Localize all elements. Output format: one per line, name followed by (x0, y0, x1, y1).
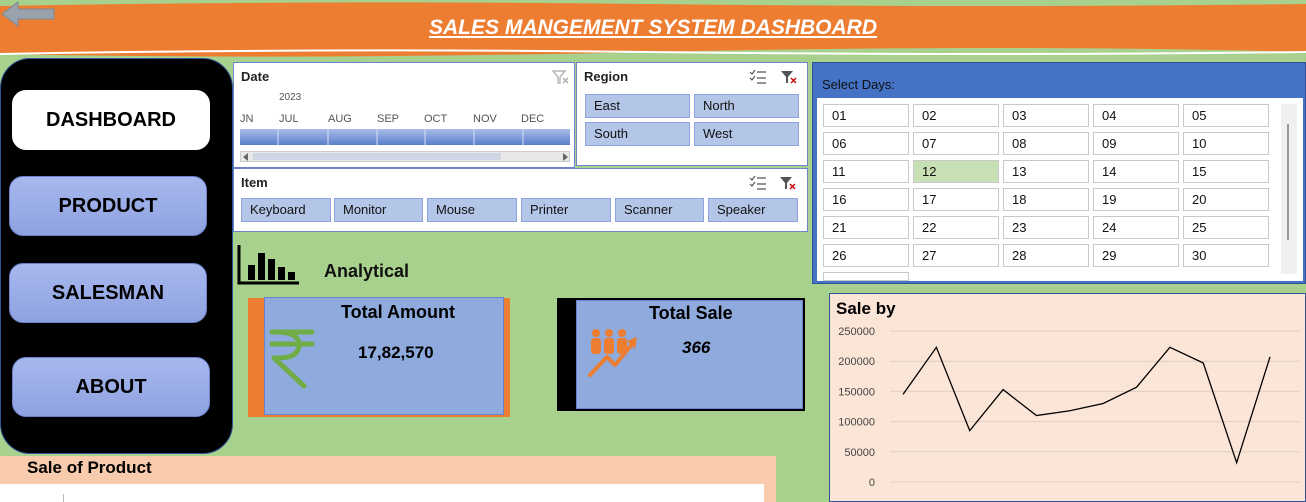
total-amount-title: Total Amount (341, 302, 455, 322)
total-sale-title: Total Sale (649, 303, 733, 323)
timeline-year: 2023 (279, 92, 302, 103)
item-chip-scanner[interactable]: Scanner (615, 198, 704, 222)
item-chip-printer[interactable]: Printer (521, 198, 611, 222)
day-button[interactable]: 29 (1093, 244, 1179, 267)
clear-filter-icon[interactable] (552, 69, 570, 85)
day-button[interactable]: 10 (1183, 132, 1269, 155)
y-tick-label: 100000 (838, 417, 875, 429)
day-button[interactable]: 14 (1093, 160, 1179, 183)
day-button[interactable]: 02 (913, 104, 999, 127)
day-button[interactable]: 09 (1093, 132, 1179, 155)
timeline-scroll-thumb[interactable] (253, 153, 501, 160)
sales-series-line (902, 345, 1271, 465)
sale-of-product-title: Sale of Product (27, 458, 152, 477)
days-slicer: Select Days: 01 02 03 04 05 06 07 08 09 10 11 12 13 1… (812, 62, 1306, 284)
timeline-scrollbar[interactable] (240, 151, 570, 162)
scroll-left-icon[interactable] (242, 153, 250, 161)
item-slicer: Item Keyboard Monitor Mouse Printer Scan… (233, 168, 808, 232)
month-label: SEP (377, 113, 400, 125)
region-slicer: Region East North South West (576, 62, 808, 166)
nav-product-button[interactable]: PRODUCT (9, 176, 207, 236)
day-button[interactable]: 19 (1093, 188, 1179, 211)
date-timeline-slicer: Date 2023 JN JUL AUG SEP OCT NOV DEC (233, 62, 575, 168)
day-button[interactable]: 08 (1003, 132, 1089, 155)
day-button[interactable]: 20 (1183, 188, 1269, 211)
month-label: OCT (424, 113, 448, 125)
date-slicer-title: Date (241, 69, 270, 84)
people-growth-icon (588, 329, 637, 377)
day-button[interactable]: 26 (823, 244, 909, 267)
nav-about-button[interactable]: ABOUT (12, 357, 210, 417)
day-button[interactable]: 11 (823, 160, 909, 183)
nav-dashboard-button[interactable]: DASHBOARD (12, 90, 210, 150)
days-scroll-thumb[interactable] (1287, 124, 1289, 240)
scroll-right-icon[interactable] (561, 153, 569, 161)
nav-salesman-button[interactable]: SALESMAN (9, 263, 207, 323)
clear-filter-icon[interactable] (779, 175, 797, 191)
y-tick-label: 200000 (838, 356, 875, 368)
day-button[interactable]: 22 (913, 216, 999, 239)
day-button[interactable]: 12 (913, 160, 999, 183)
region-chip-west[interactable]: West (694, 122, 799, 146)
sale-by-chart: Sale by 250000 200000 150000 100000 50000 0 (829, 293, 1306, 502)
day-button[interactable]: 16 (823, 188, 909, 211)
sale-line-chart: 250000 200000 150000 100000 50000 0 (838, 326, 1300, 489)
y-tick-label: 0 (869, 477, 875, 489)
page-title: SALES MANGEMENT SYSTEM DASHBOARD (428, 16, 878, 39)
day-button[interactable]: 23 (1003, 216, 1089, 239)
day-button[interactable]: 01 (823, 104, 909, 127)
month-label: JUL (279, 113, 299, 125)
item-slicer-title: Item (241, 175, 268, 190)
header-bar: SALES MANGEMENT SYSTEM DASHBOARD (0, 0, 1306, 60)
day-button[interactable]: 13 (1003, 160, 1089, 183)
region-chip-east[interactable]: East (585, 94, 690, 118)
total-sale-card: Total Sale 366 (576, 300, 803, 409)
day-button[interactable]: 21 (823, 216, 909, 239)
sale-of-product-panel: Sale of Product (0, 456, 776, 502)
month-label: JN (240, 113, 254, 125)
total-amount-value: 17,82,570 (358, 343, 434, 362)
day-button[interactable]: 30 (1183, 244, 1269, 267)
item-chip-mouse[interactable]: Mouse (427, 198, 517, 222)
day-button[interactable]: 25 (1183, 216, 1269, 239)
days-slicer-label: Select Days: (822, 77, 895, 92)
day-button-partial[interactable] (823, 272, 909, 281)
day-button[interactable]: 06 (823, 132, 909, 155)
day-button[interactable]: 17 (913, 188, 999, 211)
region-chip-south[interactable]: South (585, 122, 690, 146)
item-chip-speaker[interactable]: Speaker (708, 198, 798, 222)
month-label: AUG (328, 113, 352, 125)
sale-of-product-chart-area (0, 484, 764, 502)
day-button[interactable]: 05 (1183, 104, 1269, 127)
y-tick-label: 150000 (838, 386, 875, 398)
day-button[interactable]: 27 (913, 244, 999, 267)
multi-select-icon[interactable] (749, 175, 767, 191)
month-label: NOV (473, 113, 497, 125)
bar-chart-icon (237, 245, 299, 285)
days-grid: 01 02 03 04 05 06 07 08 09 10 11 12 13 14 15 16 17 18 19 20… (817, 98, 1303, 281)
sidebar: DASHBOARD PRODUCT SALESMAN ABOUT (0, 58, 233, 454)
clear-filter-icon[interactable] (780, 69, 798, 85)
month-label: DEC (521, 113, 545, 125)
days-scrollbar[interactable] (1281, 104, 1297, 274)
multi-select-icon[interactable] (749, 69, 767, 85)
day-button[interactable]: 03 (1003, 104, 1089, 127)
region-slicer-title: Region (584, 69, 629, 84)
analytical-label: Analytical (324, 261, 410, 281)
day-button[interactable]: 04 (1093, 104, 1179, 127)
day-button[interactable]: 07 (913, 132, 999, 155)
day-button[interactable]: 15 (1183, 160, 1269, 183)
y-tick-label: 250000 (838, 326, 875, 338)
total-amount-card: Total Amount 17,82,570 (264, 297, 504, 415)
timeline-range-bar[interactable] (240, 129, 570, 145)
day-button[interactable]: 28 (1003, 244, 1089, 267)
rupee-icon (269, 329, 315, 389)
item-chip-keyboard[interactable]: Keyboard (241, 198, 331, 222)
total-sale-value: 366 (682, 338, 711, 357)
region-chip-north[interactable]: North (694, 94, 799, 118)
item-chip-monitor[interactable]: Monitor (334, 198, 423, 222)
y-tick-label: 50000 (844, 447, 875, 459)
day-button[interactable]: 18 (1003, 188, 1089, 211)
day-button[interactable]: 24 (1093, 216, 1179, 239)
